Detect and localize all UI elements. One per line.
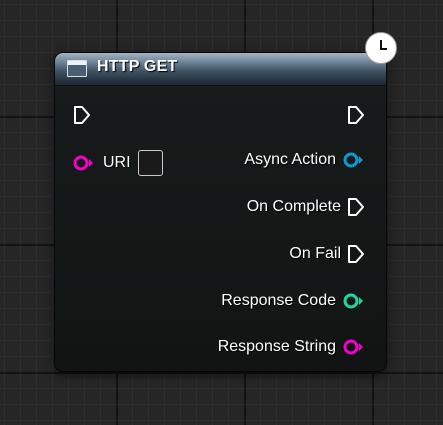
exec-in-pin[interactable]	[73, 105, 91, 125]
uri-string-pin[interactable]	[73, 154, 95, 172]
async-action-label: Async Action	[244, 151, 336, 168]
exec-out-pin[interactable]	[347, 105, 365, 125]
clock-icon	[365, 32, 397, 64]
function-icon	[67, 60, 87, 77]
node-header[interactable]: HTTP GET	[55, 53, 386, 86]
on-fail-exec-pin[interactable]	[347, 244, 365, 264]
uri-input-field[interactable]	[138, 150, 163, 176]
node-title: HTTP GET	[97, 58, 178, 75]
async-action-object-pin[interactable]	[343, 151, 365, 169]
on-complete-label: On Complete	[246, 198, 341, 215]
uri-label: URI	[103, 154, 131, 171]
on-fail-label: On Fail	[289, 245, 341, 262]
response-code-label: Response Code	[221, 292, 336, 309]
response-string-label: Response String	[217, 338, 336, 355]
response-code-integer-pin[interactable]	[343, 292, 365, 310]
on-complete-exec-pin[interactable]	[347, 197, 365, 217]
response-string-pin[interactable]	[343, 338, 365, 356]
